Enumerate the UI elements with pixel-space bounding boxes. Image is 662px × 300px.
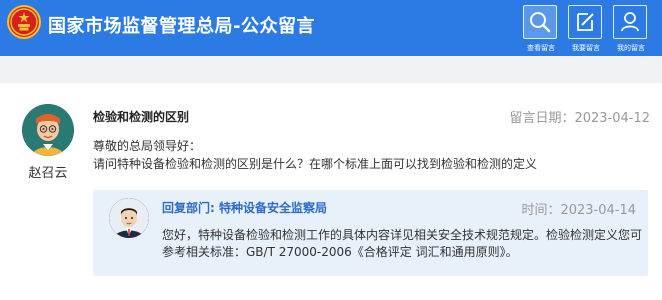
user-avatar (22, 104, 74, 156)
reply-box: 回复部门: 特种设备安全监察局 时间：2023-04-14 您好，特种设备检验和… (93, 190, 648, 276)
site-title: 国家市场监督管理总局-公众留言 (48, 16, 315, 37)
search-icon (523, 5, 557, 39)
site-header: 国家市场监督管理总局-公众留言 查看留言 我要留言 我的留言 (0, 0, 662, 56)
user-icon (613, 5, 647, 39)
reply-body: 您好，特种设备检验和检测工作的具体内容详见相关安全技术规范规定。检验检测定义您可… (162, 228, 643, 259)
message-title: 检验和检测的区别 (93, 110, 190, 124)
national-emblem-icon (7, 5, 41, 39)
user-name: 赵召云 (28, 166, 68, 181)
message-card: 赵召云 检验和检测的区别 留言日期：2023-04-12 尊敬的总局领导好： 请… (0, 83, 662, 300)
leave-message-button[interactable]: 我要留言 (566, 5, 606, 55)
view-messages-button[interactable]: 查看留言 (521, 5, 561, 55)
reply-department: 回复部门: 特种设备安全监察局 (162, 201, 327, 215)
message-greeting: 尊敬的总局领导好： (93, 139, 202, 153)
my-messages-button[interactable]: 我的留言 (611, 5, 651, 55)
officer-avatar (109, 198, 149, 238)
message-date: 留言日期：2023-04-12 (509, 111, 650, 126)
nav-label-mine: 我的留言 (617, 44, 645, 52)
reply-date: 时间：2023-04-14 (521, 203, 636, 218)
message-body: 请问特种设备检验和检测的区别是什么？在哪个标准上面可以找到检验和检测的定义 (93, 157, 538, 171)
edit-icon (568, 5, 602, 39)
